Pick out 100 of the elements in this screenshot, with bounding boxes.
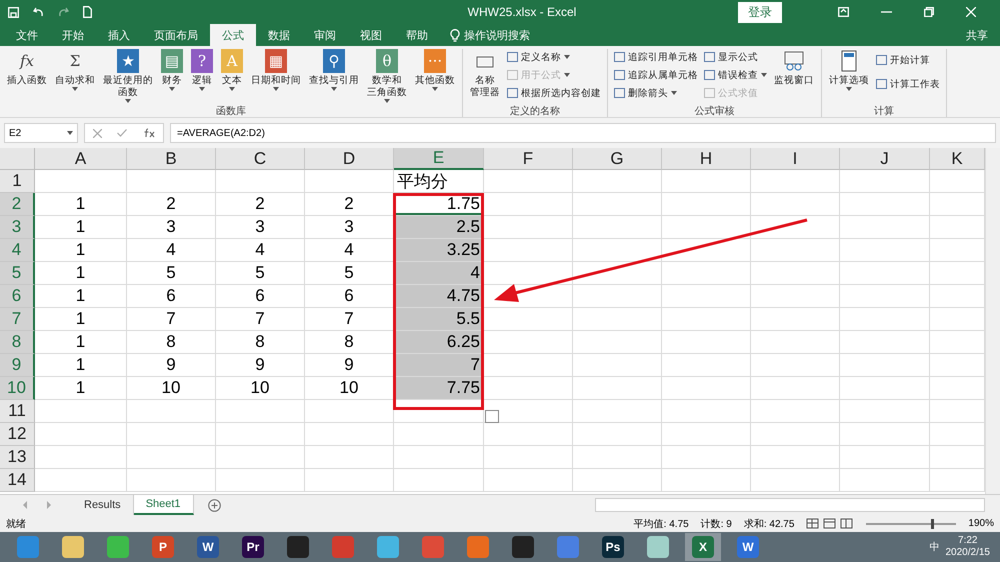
table-cell[interactable]: 9 (127, 354, 216, 377)
ribbon-tab[interactable]: 帮助 (394, 24, 440, 46)
table-cell[interactable] (662, 193, 751, 216)
ribbon-button[interactable]: ▤ 财务 (158, 49, 186, 104)
save-icon[interactable] (8, 6, 19, 18)
table-cell[interactable] (573, 262, 662, 285)
table-cell[interactable] (573, 423, 662, 446)
table-cell[interactable] (127, 400, 216, 423)
row-header[interactable]: 10 (0, 377, 35, 400)
close-icon[interactable] (966, 7, 976, 17)
table-cell[interactable] (751, 354, 840, 377)
table-cell[interactable]: 6 (216, 285, 305, 308)
table-cell[interactable]: 8 (127, 331, 216, 354)
table-cell[interactable]: 10 (216, 377, 305, 400)
table-cell[interactable]: 2.5 (394, 216, 484, 239)
table-cell[interactable] (484, 469, 573, 492)
table-cell[interactable] (840, 308, 930, 331)
table-cell[interactable] (35, 423, 127, 446)
table-cell[interactable]: 4 (127, 239, 216, 262)
taskbar-app[interactable]: W (190, 533, 226, 561)
table-cell[interactable] (305, 423, 394, 446)
ribbon-button[interactable]: ★ 最近使用的 函数 (100, 49, 156, 104)
vertical-scrollbar[interactable] (985, 148, 1000, 494)
table-cell[interactable] (573, 400, 662, 423)
table-cell[interactable] (216, 423, 305, 446)
name-manager-button[interactable]: 名称 管理器 (467, 49, 503, 104)
ribbon-tab[interactable]: 数据 (256, 24, 302, 46)
zoom-thumb[interactable] (931, 518, 934, 528)
ribbon-small-button[interactable]: 计算工作表 (874, 73, 942, 95)
minimize-icon[interactable] (881, 11, 892, 13)
row-header[interactable]: 5 (0, 262, 35, 285)
table-cell[interactable] (216, 469, 305, 492)
table-cell[interactable] (930, 216, 985, 239)
sheet-nav-arrows[interactable] (22, 501, 52, 509)
row-header[interactable]: 8 (0, 331, 35, 354)
row-header[interactable]: 12 (0, 423, 35, 446)
enter-icon[interactable] (117, 129, 128, 137)
ribbon-button[interactable]: A 文本 (218, 49, 246, 104)
table-cell[interactable]: 7 (394, 354, 484, 377)
table-cell[interactable]: 10 (127, 377, 216, 400)
table-cell[interactable] (394, 469, 484, 492)
ime-indicator[interactable]: 中 (930, 540, 940, 554)
table-cell[interactable]: 6.25 (394, 331, 484, 354)
table-cell[interactable] (930, 400, 985, 423)
ribbon-small-button[interactable]: 显示公式 (702, 49, 769, 65)
horizontal-scrollbar[interactable] (595, 498, 985, 512)
row-header[interactable]: 9 (0, 354, 35, 377)
table-cell[interactable] (930, 262, 985, 285)
table-cell[interactable] (35, 400, 127, 423)
table-cell[interactable] (751, 170, 840, 193)
table-cell[interactable] (751, 377, 840, 400)
table-cell[interactable] (840, 285, 930, 308)
ribbon-small-button[interactable]: 删除箭头 (612, 85, 700, 101)
table-cell[interactable] (840, 377, 930, 400)
table-cell[interactable] (484, 262, 573, 285)
table-cell[interactable] (751, 423, 840, 446)
restore-icon[interactable] (924, 7, 934, 17)
undo-icon[interactable] (33, 7, 44, 17)
table-cell[interactable] (484, 193, 573, 216)
table-cell[interactable] (394, 446, 484, 469)
taskbar-app[interactable]: X (685, 533, 721, 561)
ribbon-button[interactable]: ▦ 日期和时间 (248, 49, 304, 104)
table-cell[interactable] (751, 262, 840, 285)
table-cell[interactable] (930, 446, 985, 469)
clock[interactable]: 7:22 2020/2/15 (946, 535, 990, 559)
new-file-icon[interactable] (83, 6, 92, 18)
table-cell[interactable]: 4 (394, 262, 484, 285)
table-cell[interactable]: 8 (216, 331, 305, 354)
table-cell[interactable] (573, 377, 662, 400)
table-cell[interactable] (662, 400, 751, 423)
table-cell[interactable] (840, 239, 930, 262)
table-cell[interactable] (840, 193, 930, 216)
table-cell[interactable] (751, 400, 840, 423)
taskbar-app[interactable]: Ps (595, 533, 631, 561)
ribbon-small-button[interactable]: 根据所选内容创建 (505, 85, 603, 101)
table-cell[interactable] (751, 193, 840, 216)
calc-options-button[interactable]: 计算选项 (826, 49, 872, 104)
column-header[interactable]: I (751, 148, 840, 170)
ribbon-small-button[interactable]: 开始计算 (874, 49, 942, 71)
ribbon-tab[interactable]: 文件 (4, 24, 50, 46)
table-cell[interactable] (662, 354, 751, 377)
ribbon-tab[interactable]: 审阅 (302, 24, 348, 46)
table-cell[interactable] (930, 239, 985, 262)
name-box[interactable]: E2 (4, 123, 78, 143)
taskbar-app[interactable]: P (145, 533, 181, 561)
column-header[interactable]: J (840, 148, 930, 170)
ribbon-small-button[interactable]: 追踪从属单元格 (612, 67, 700, 83)
table-cell[interactable] (484, 377, 573, 400)
table-cell[interactable]: 6 (127, 285, 216, 308)
table-cell[interactable] (573, 469, 662, 492)
table-cell[interactable] (573, 239, 662, 262)
table-cell[interactable] (305, 170, 394, 193)
ribbon-button[interactable]: ··· 其他函数 (412, 49, 458, 104)
table-cell[interactable] (484, 400, 573, 423)
column-header[interactable]: F (484, 148, 573, 170)
tell-me-search[interactable]: 操作说明搜索 (464, 28, 530, 42)
table-cell[interactable] (662, 446, 751, 469)
row-header[interactable]: 4 (0, 239, 35, 262)
row-header[interactable]: 3 (0, 216, 35, 239)
table-cell[interactable] (662, 239, 751, 262)
